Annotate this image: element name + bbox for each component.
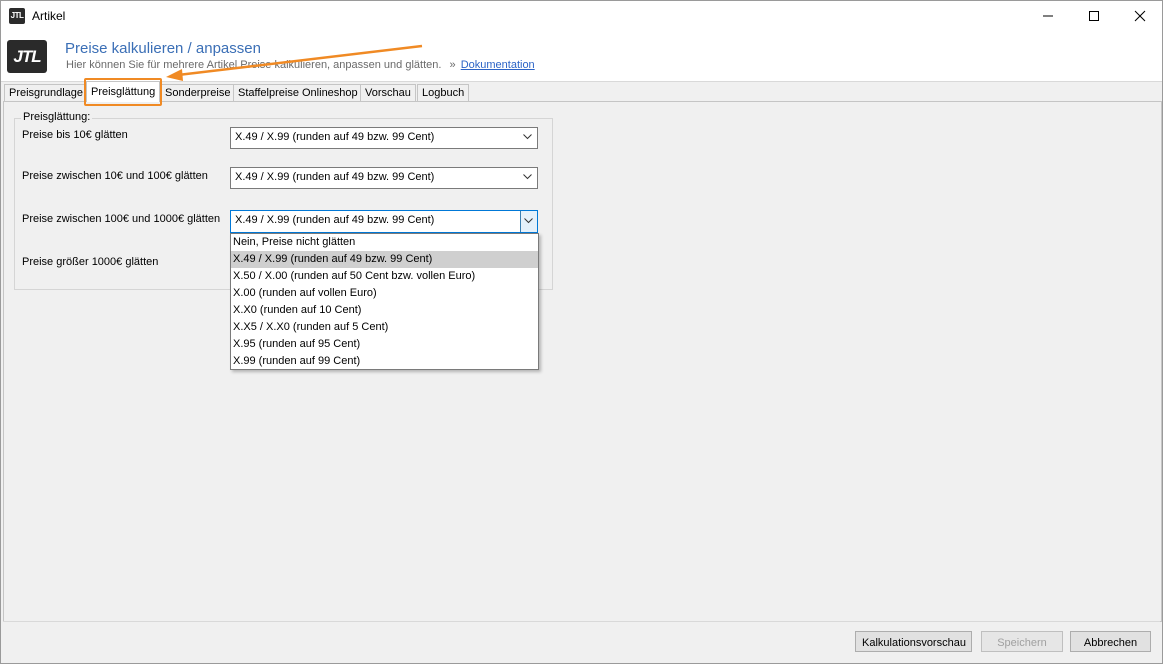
- subtitle-separator: »: [449, 59, 456, 71]
- label-preise-100-1000: Preise zwischen 100€ und 1000€ glätten: [22, 213, 221, 225]
- minimize-icon: [1043, 15, 1053, 17]
- title-bar: JTL Artikel: [1, 1, 1162, 31]
- header: JTL Preise kalkulieren / anpassen Hier k…: [1, 31, 1162, 82]
- chevron-down-icon: [523, 174, 532, 180]
- dropdown-option[interactable]: X.95 (runden auf 95 Cent): [231, 336, 538, 353]
- combo-dropdown-list: Nein, Preise nicht glätten X.49 / X.99 (…: [230, 233, 539, 370]
- chevron-down-icon: [523, 134, 532, 140]
- documentation-link[interactable]: Dokumentation: [461, 59, 535, 71]
- divider: [3, 621, 1160, 622]
- combo-value: X.49 / X.99 (runden auf 49 bzw. 99 Cent): [235, 171, 435, 183]
- tab-logbuch[interactable]: Logbuch: [417, 84, 470, 102]
- window: JTL Artikel JTL Preise kalkulieren / anp…: [0, 0, 1163, 664]
- combo-preise-bis-10[interactable]: X.49 / X.99 (runden auf 49 bzw. 99 Cent): [230, 127, 538, 149]
- maximize-icon: [1089, 11, 1099, 21]
- subtitle-text: Hier können Sie für mehrere Artikel Prei…: [66, 59, 442, 71]
- page-subtitle: Hier können Sie für mehrere Artikel Prei…: [66, 59, 535, 71]
- minimize-button[interactable]: [1025, 1, 1071, 31]
- combo-preise-10-100[interactable]: X.49 / X.99 (runden auf 49 bzw. 99 Cent): [230, 167, 538, 189]
- app-icon: JTL: [9, 8, 25, 24]
- combo-preise-100-1000[interactable]: X.49 / X.99 (runden auf 49 bzw. 99 Cent): [230, 210, 538, 233]
- combo-value: X.49 / X.99 (runden auf 49 bzw. 99 Cent): [235, 131, 435, 143]
- maximize-button[interactable]: [1071, 1, 1117, 31]
- dropdown-option[interactable]: X.00 (runden auf vollen Euro): [231, 285, 538, 302]
- window-title: Artikel: [32, 9, 66, 23]
- dropdown-option[interactable]: X.50 / X.00 (runden auf 50 Cent bzw. vol…: [231, 268, 538, 285]
- chevron-down-icon: [524, 218, 533, 224]
- dropdown-option-selected[interactable]: X.49 / X.99 (runden auf 49 bzw. 99 Cent): [231, 251, 538, 268]
- label-preise-bis-10: Preise bis 10€ glätten: [22, 129, 128, 141]
- save-button[interactable]: Speichern: [981, 631, 1063, 652]
- page-title: Preise kalkulieren / anpassen: [65, 40, 261, 57]
- dropdown-option[interactable]: Nein, Preise nicht glätten: [231, 234, 538, 251]
- group-legend: Preisglättung:: [21, 111, 93, 123]
- tab-staffelpreise-onlineshop[interactable]: Staffelpreise Onlineshop: [233, 84, 363, 102]
- dropdown-option[interactable]: X.99 (runden auf 99 Cent): [231, 353, 538, 370]
- dropdown-option[interactable]: X.X0 (runden auf 10 Cent): [231, 302, 538, 319]
- label-preise-groesser-1000: Preise größer 1000€ glätten: [22, 256, 159, 268]
- close-button[interactable]: [1117, 1, 1163, 31]
- cancel-button[interactable]: Abbrechen: [1070, 631, 1151, 652]
- tab-preisgrundlage[interactable]: Preisgrundlage: [4, 84, 88, 102]
- kalkulationsvorschau-button[interactable]: Kalkulationsvorschau: [855, 631, 972, 652]
- dropdown-option[interactable]: X.X5 / X.X0 (runden auf 5 Cent): [231, 319, 538, 336]
- jtl-logo: JTL: [7, 40, 47, 73]
- tab-vorschau[interactable]: Vorschau: [360, 84, 416, 102]
- combo-value: X.49 / X.99 (runden auf 49 bzw. 99 Cent): [235, 214, 435, 226]
- tab-preisglaettung[interactable]: Preisglättung: [86, 81, 161, 102]
- label-preise-10-100: Preise zwischen 10€ und 100€ glätten: [22, 170, 208, 182]
- close-icon: [1134, 10, 1146, 22]
- tab-sonderpreise[interactable]: Sonderpreise: [160, 84, 236, 102]
